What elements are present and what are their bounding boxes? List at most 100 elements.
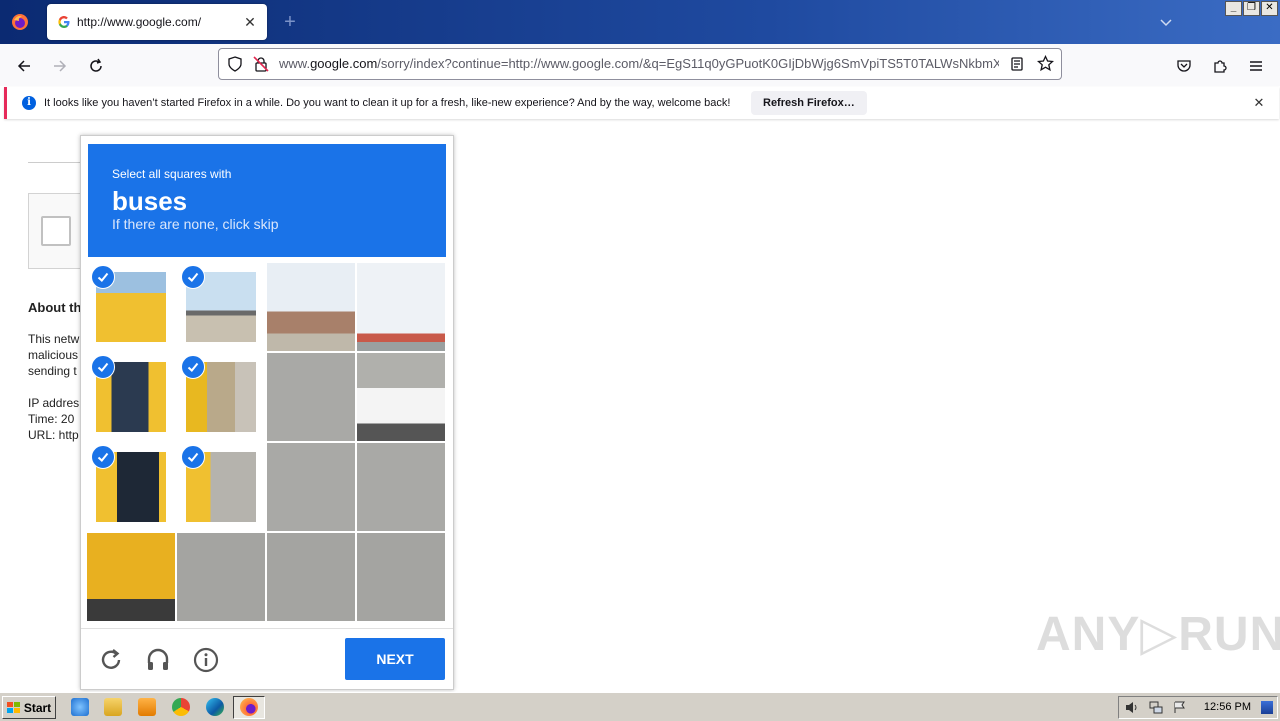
volume-icon[interactable] — [1125, 701, 1139, 714]
tile-image — [267, 533, 355, 621]
captcha-tile[interactable] — [177, 353, 265, 441]
tile-image — [357, 533, 445, 621]
edge-icon[interactable] — [206, 698, 224, 716]
start-label: Start — [23, 700, 52, 715]
shield-icon[interactable] — [227, 56, 243, 72]
page-line: IP addres — [28, 396, 80, 410]
start-button[interactable]: Start — [2, 696, 56, 719]
notification-bar: i It looks like you haven’t started Fire… — [4, 87, 1279, 119]
pocket-icon[interactable] — [1170, 52, 1198, 80]
captcha-tile[interactable] — [357, 443, 445, 531]
close-window-icon[interactable]: ✕ — [1261, 1, 1278, 16]
tile-image — [357, 353, 445, 441]
firefox-menu-icon[interactable] — [0, 0, 40, 44]
url-bar[interactable]: www.google.com/sorry/index?continue=http… — [218, 48, 1062, 80]
captcha-grid — [87, 263, 447, 623]
tile-image — [267, 263, 355, 351]
minimize-icon[interactable]: _ — [1225, 1, 1242, 16]
network-icon[interactable] — [1149, 701, 1163, 714]
media-player-icon[interactable] — [138, 698, 156, 716]
reload-challenge-icon[interactable] — [97, 646, 125, 674]
taskbar: Start 12:56 PM — [0, 692, 1280, 721]
tile-image — [87, 533, 175, 621]
extensions-icon[interactable] — [1206, 52, 1234, 80]
windows-logo-icon — [6, 701, 20, 713]
url-text: www.google.com/sorry/index?continue=http… — [279, 56, 999, 71]
recaptcha-checkbox[interactable] — [41, 216, 71, 246]
tab-title: http://www.google.com/ — [77, 15, 202, 29]
page-line: This netw — [28, 332, 80, 346]
captcha-tile[interactable] — [267, 263, 355, 351]
checkmark-icon — [181, 355, 205, 379]
notification-close-icon[interactable]: ✕ — [1251, 95, 1267, 111]
instruction-target: buses — [112, 186, 188, 216]
checkmark-icon — [181, 265, 205, 289]
show-desktop-icon[interactable] — [1261, 701, 1273, 714]
captcha-challenge: Select all squares with buses If there a… — [80, 135, 454, 690]
page-line: URL: http — [28, 428, 79, 442]
navigation-toolbar: www.google.com/sorry/index?continue=http… — [0, 44, 1280, 86]
notification-text: It looks like you haven’t started Firefo… — [44, 97, 731, 109]
forward-icon[interactable] — [46, 52, 74, 80]
anyrun-watermark: ANY▷RUN — [1036, 608, 1280, 661]
reader-view-icon[interactable] — [1009, 56, 1025, 72]
instruction-text: Select all squares with — [112, 167, 232, 181]
restore-icon[interactable]: ❐ — [1243, 1, 1260, 16]
tile-image — [267, 353, 355, 441]
google-favicon-icon — [58, 16, 70, 28]
internet-explorer-icon[interactable] — [71, 698, 89, 716]
page-line: sending t — [28, 364, 77, 378]
divider — [28, 162, 88, 163]
tile-image — [177, 533, 265, 621]
reload-icon[interactable] — [82, 52, 110, 80]
window-controls: _ ❐ ✕ — [1225, 1, 1278, 16]
system-tray: 12:56 PM — [1118, 696, 1278, 719]
info-icon: i — [22, 96, 36, 110]
firefox-icon — [240, 698, 258, 716]
tab-strip: http://www.google.com/ ✕ + _ ❐ ✕ — [0, 0, 1280, 44]
captcha-tile[interactable] — [267, 533, 355, 621]
page-line: malicious — [28, 348, 79, 362]
file-explorer-icon[interactable] — [104, 698, 122, 716]
captcha-tile[interactable] — [177, 263, 265, 351]
about-heading: About th — [28, 300, 82, 315]
bookmark-star-icon[interactable] — [1037, 55, 1054, 72]
page-line: Time: 20 — [28, 412, 75, 426]
clock: 12:56 PM — [1203, 701, 1251, 713]
action-center-flag-icon[interactable] — [1173, 701, 1187, 714]
tile-image — [357, 443, 445, 531]
next-button[interactable]: NEXT — [345, 638, 445, 680]
checkmark-icon — [91, 355, 115, 379]
checkmark-icon — [91, 265, 115, 289]
captcha-tile[interactable] — [357, 353, 445, 441]
browser-tab[interactable]: http://www.google.com/ ✕ — [47, 4, 267, 40]
captcha-tile[interactable] — [357, 533, 445, 621]
help-info-icon[interactable] — [192, 646, 220, 674]
checkmark-icon — [181, 445, 205, 469]
captcha-tile[interactable] — [357, 263, 445, 351]
captcha-tile[interactable] — [87, 443, 175, 531]
captcha-tile[interactable] — [177, 533, 265, 621]
hamburger-menu-icon[interactable] — [1242, 52, 1270, 80]
list-all-tabs-icon[interactable] — [1156, 12, 1176, 32]
instruction-hint: If there are none, click skip — [112, 216, 279, 232]
captcha-tile[interactable] — [87, 263, 175, 351]
chrome-icon[interactable] — [172, 698, 190, 716]
divider — [81, 628, 453, 629]
captcha-tile[interactable] — [267, 443, 355, 531]
checkmark-icon — [91, 445, 115, 469]
captcha-tile[interactable] — [87, 353, 175, 441]
captcha-tile[interactable] — [267, 353, 355, 441]
tile-image — [357, 263, 445, 351]
captcha-tile[interactable] — [177, 443, 265, 531]
refresh-firefox-button[interactable]: Refresh Firefox… — [751, 91, 867, 115]
back-icon[interactable] — [10, 52, 38, 80]
captcha-header: Select all squares with buses If there a… — [88, 144, 446, 257]
tile-image — [267, 443, 355, 531]
taskbar-firefox-button[interactable] — [233, 696, 265, 719]
captcha-tile[interactable] — [87, 533, 175, 621]
new-tab-icon[interactable]: + — [280, 12, 300, 32]
audio-challenge-icon[interactable] — [144, 646, 172, 674]
insecure-lock-icon[interactable] — [253, 56, 269, 72]
tab-close-icon[interactable]: ✕ — [239, 11, 261, 33]
